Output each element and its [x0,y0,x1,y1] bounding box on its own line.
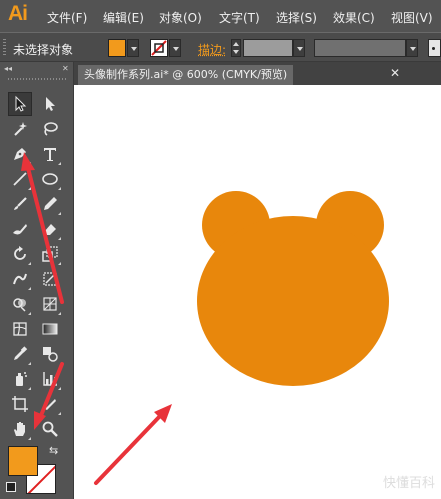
stroke-weight-stepper[interactable] [231,39,241,57]
free-transform-tool[interactable] [38,267,62,291]
panel-grip[interactable] [3,39,6,57]
no-stroke-icon [151,40,167,56]
bear-head-artwork[interactable] [74,85,441,499]
type-tool[interactable] [38,142,62,166]
slice-icon [45,399,56,410]
stroke-dropdown[interactable] [169,39,181,57]
blend-icon [43,347,58,362]
paintbrush-icon [14,197,27,210]
eraser-tool[interactable] [38,217,62,241]
artboard-tool[interactable] [8,392,32,416]
watermark-text: 快懂百科 [382,476,435,491]
symbol-sprayer-tool[interactable] [8,367,32,391]
document-tab[interactable]: 头像制作系列.ai* @ 600% (CMYK/预览) [78,65,294,85]
close-panel-icon[interactable]: ✕ [62,64,69,73]
selection-tool[interactable] [8,92,32,116]
variable-width-profile[interactable] [314,39,406,57]
perspective-grid-tool[interactable] [38,292,62,316]
zoom-tool[interactable] [38,417,62,441]
tab-close-icon[interactable]: ✕ [390,66,400,80]
control-bar: 未选择对象 描边: [0,32,441,62]
lasso-icon [44,122,58,136]
zoom-icon [42,421,58,437]
eyedropper-tool[interactable] [8,342,32,366]
scale-tool[interactable] [38,242,62,266]
fill-swatch[interactable] [8,446,38,476]
column-graph-icon [43,372,57,386]
rotate-tool[interactable] [8,242,32,266]
scale-icon [42,246,58,262]
pencil-icon [44,197,57,210]
default-colors-icon[interactable] [6,482,16,492]
shape-builder-tool[interactable] [8,292,32,316]
warp-icon [13,273,27,285]
pen-tool[interactable] [8,142,32,166]
blend-tool[interactable] [38,342,62,366]
hand-tool[interactable] [8,417,32,441]
selection-status: 未选择对象 [13,43,74,57]
warp-tool[interactable] [8,267,32,291]
artboard-icon [12,396,28,412]
ellipse-tool[interactable] [38,167,62,191]
collapse-icon[interactable]: ◂◂ [4,64,12,73]
document-tab-bar: 头像制作系列.ai* @ 600% (CMYK/预览) ✕ [74,62,441,85]
artboard-canvas[interactable]: 快懂百科 [74,85,441,499]
rotate-icon [14,246,26,260]
menu-view[interactable]: 视图(V) [391,9,433,26]
menu-type[interactable]: 文字(T) [219,9,260,26]
app-logo: Ai [8,2,28,25]
lasso-tool[interactable] [38,117,62,141]
perspective-grid-icon [43,297,57,311]
eyedropper-icon [14,346,28,360]
stroke-color-swatch[interactable] [150,39,168,57]
stroke-weight-field[interactable] [243,39,293,57]
gradient-icon [42,323,58,335]
pencil-tool[interactable] [38,192,62,216]
swap-fill-stroke-icon[interactable]: ⇆ [49,444,58,457]
free-transform-icon [43,272,57,286]
ellipse-icon [42,173,58,185]
menu-bar: Ai 文件(F) 编辑(E) 对象(O) 文字(T) 选择(S) 效果(C) 视… [0,0,441,32]
stroke-weight-dropdown[interactable] [293,39,305,57]
slice-tool[interactable] [38,392,62,416]
mesh-tool[interactable] [8,317,32,341]
mesh-icon [13,322,27,336]
pen-icon [14,148,26,160]
selection-arrow-icon [15,95,27,112]
blob-brush-icon [13,224,27,235]
menu-file[interactable]: 文件(F) [47,9,87,26]
bear-face[interactable] [197,216,389,386]
line-tool[interactable] [8,167,32,191]
menu-edit[interactable]: 编辑(E) [103,9,144,26]
symbol-sprayer-icon [16,372,27,386]
blob-brush-tool[interactable] [8,217,32,241]
eraser-icon [44,224,56,235]
line-segment-icon [13,172,27,186]
shape-builder-icon [13,298,26,312]
menu-effect[interactable]: 效果(C) [333,9,375,26]
direct-selection-tool[interactable] [38,92,62,116]
paintbrush-tool[interactable] [8,192,32,216]
direct-selection-icon [46,97,55,111]
profile-dropdown[interactable] [406,39,418,57]
stroke-label[interactable]: 描边: [198,41,226,58]
type-icon [44,148,56,161]
magic-wand-icon [14,122,27,136]
tools-panel-header[interactable]: ◂◂ ✕ [0,64,74,74]
fill-color-swatch[interactable] [108,39,126,57]
fill-dropdown[interactable] [127,39,139,57]
hand-icon [14,422,25,436]
gradient-tool[interactable] [38,317,62,341]
magic-wand-tool[interactable] [8,117,32,141]
menu-select[interactable]: 选择(S) [276,9,317,26]
column-graph-tool[interactable] [38,367,62,391]
brush-definition-field[interactable] [428,39,441,57]
tools-panel-grip[interactable] [8,78,66,80]
menu-object[interactable]: 对象(O) [159,9,202,26]
